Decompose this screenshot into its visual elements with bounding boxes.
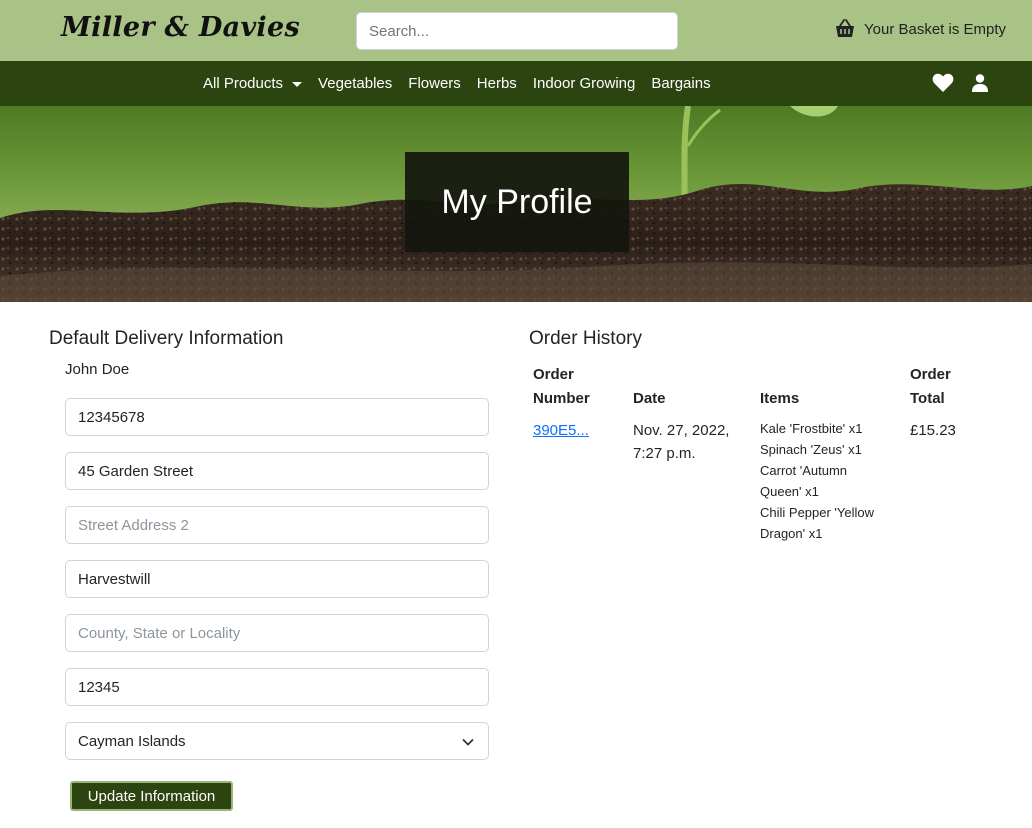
town-field[interactable]: Harvestwill <box>65 560 489 598</box>
order-items: Kale 'Frostbite' x1 Spinach 'Zeus' x1 Ca… <box>760 418 874 544</box>
order-history-heading: Order History <box>529 328 642 349</box>
chevron-down-icon <box>462 735 474 752</box>
col-items: Items <box>760 390 800 407</box>
page-title: My Profile <box>441 182 593 221</box>
nav-all-products[interactable]: All Products <box>203 75 303 92</box>
hero-title-box: My Profile <box>405 152 629 252</box>
order-date: Nov. 27, 2022, 7:27 p.m. <box>633 419 729 465</box>
delivery-heading: Default Delivery Information <box>49 328 284 349</box>
order-item-line: Spinach 'Zeus' x1 <box>760 442 862 457</box>
nav-vegetables[interactable]: Vegetables <box>318 75 392 92</box>
basket-link[interactable]: Your Basket is Empty <box>834 19 1006 39</box>
user-icon[interactable] <box>972 74 988 96</box>
col-date: Date <box>633 390 666 407</box>
order-item-line: Dragon' x1 <box>760 526 823 541</box>
order-item-line: Queen' x1 <box>760 484 819 499</box>
postcode-field[interactable]: 12345 <box>65 668 489 706</box>
basket-icon <box>834 19 856 39</box>
order-date-line1: Nov. 27, 2022, <box>633 422 730 439</box>
order-item-line: Chili Pepper 'Yellow <box>760 505 875 520</box>
nav-all-products-label: All Products <box>203 75 284 92</box>
country-select-value: Cayman Islands <box>78 732 186 750</box>
country-select[interactable]: Cayman Islands <box>65 722 489 760</box>
order-number-link[interactable]: 390E5... <box>533 422 589 439</box>
heart-icon[interactable] <box>932 73 954 97</box>
nav-herbs[interactable]: Herbs <box>477 75 517 92</box>
site-logo[interactable]: Miller & Davies <box>61 12 300 43</box>
phone-field[interactable]: 12345678 <box>65 398 489 436</box>
main-nav: All Products Vegetables Flowers Herbs In… <box>0 61 1032 106</box>
col-order-total-line1: Order <box>910 366 951 383</box>
order-item-line: Carrot 'Autumn <box>760 463 848 478</box>
caret-down-icon <box>292 82 303 87</box>
order-date-line2: 7:27 p.m. <box>633 445 696 462</box>
col-order-total-line2: Total <box>910 390 945 407</box>
county-field[interactable]: County, State or Locality <box>65 614 489 652</box>
basket-text: Your Basket is Empty <box>864 20 1007 38</box>
col-order-total: Order Total <box>910 363 951 411</box>
top-bar: Miller & Davies Your Basket is Empty <box>0 0 1032 61</box>
customer-name: John Doe <box>65 361 130 378</box>
search-input[interactable] <box>356 12 678 50</box>
street-address-2-field[interactable]: Street Address 2 <box>65 506 489 544</box>
order-item-line: Kale 'Frostbite' x1 <box>760 421 863 436</box>
hero-banner: My Profile <box>0 106 1032 302</box>
order-total: £15.23 <box>910 422 956 439</box>
update-information-button[interactable]: Update Information <box>70 781 233 811</box>
street-address-1-field[interactable]: 45 Garden Street <box>65 452 489 490</box>
col-order-number-line1: Order <box>533 366 574 383</box>
col-order-number: Order Number <box>533 363 590 411</box>
nav-flowers[interactable]: Flowers <box>408 75 461 92</box>
nav-indoor-growing[interactable]: Indoor Growing <box>533 75 636 92</box>
nav-bargains[interactable]: Bargains <box>651 75 710 92</box>
col-order-number-line2: Number <box>533 390 590 407</box>
